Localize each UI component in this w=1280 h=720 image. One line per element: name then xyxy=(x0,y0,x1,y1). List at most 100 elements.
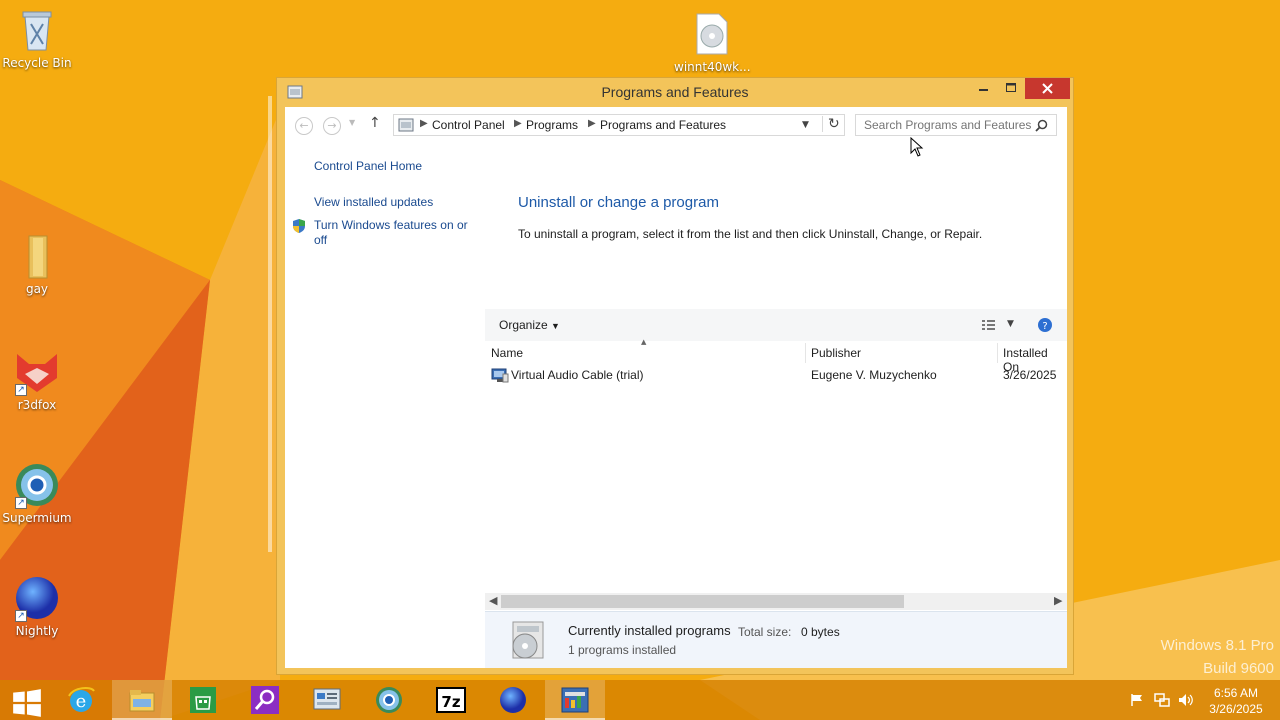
maximize-button[interactable] xyxy=(998,78,1024,99)
total-size-label: Total size: xyxy=(738,625,792,639)
taskbar-7zip[interactable]: 7z xyxy=(421,680,481,720)
refresh-icon[interactable]: ↻ xyxy=(822,116,840,132)
shortcut-arrow-icon: ↗ xyxy=(15,384,27,396)
nightly-icon: ↗ xyxy=(13,574,61,622)
details-title: Currently installed programs xyxy=(568,623,731,638)
view-installed-updates-link[interactable]: View installed updates xyxy=(314,195,433,210)
taskbar: e 7z 6:56 AM 3/26/2025 xyxy=(0,680,1280,720)
column-header-name[interactable]: Name xyxy=(491,346,523,360)
desktop-icon-recycle-bin[interactable]: Recycle Bin xyxy=(0,6,74,70)
details-pane: Currently installed programs Total size:… xyxy=(485,611,1067,668)
network-icon[interactable] xyxy=(1154,692,1170,708)
window-client: ← → ▼ ↑ ▶ Control Panel ▶ Programs ▶ Pro… xyxy=(285,107,1067,668)
address-bar[interactable]: ▶ Control Panel ▶ Programs ▶ Programs an… xyxy=(393,114,845,136)
file-explorer-icon xyxy=(129,690,155,712)
taskbar-control-panel[interactable] xyxy=(297,680,357,720)
mouse-cursor-icon xyxy=(910,137,924,157)
address-dropdown-icon[interactable]: ▼ xyxy=(802,120,809,130)
disc-image-icon xyxy=(687,10,735,58)
breadcrumb-separator-icon: ▶ xyxy=(514,118,522,129)
close-button[interactable] xyxy=(1025,78,1070,99)
up-button[interactable]: ↑ xyxy=(369,115,381,131)
start-icon xyxy=(13,689,41,717)
taskbar-store[interactable] xyxy=(173,680,233,720)
programs-count: 1 programs installed xyxy=(568,643,677,657)
programs-and-features-window: Programs and Features ← → ▼ ↑ ▶ Control … xyxy=(276,77,1074,675)
chevron-down-icon: ▼ xyxy=(551,321,560,331)
back-button[interactable]: ← xyxy=(295,117,313,135)
windows-watermark-line1: Windows 8.1 Pro xyxy=(1160,637,1274,654)
scroll-right-icon[interactable]: ▶ xyxy=(1054,594,1062,607)
breadcrumb-separator-icon: ▶ xyxy=(588,118,596,129)
desktop-icon-r3dfox[interactable]: ↗ r3dfox xyxy=(0,348,74,412)
breadcrumb-programs[interactable]: Programs xyxy=(526,118,578,132)
turn-windows-features-link[interactable]: Turn Windows features on or off xyxy=(314,218,474,248)
recycle-bin-icon xyxy=(13,6,61,54)
control-panel-icon xyxy=(398,118,414,132)
taskbar-supermium[interactable] xyxy=(359,680,419,720)
taskbar-search-app[interactable] xyxy=(235,680,295,720)
breadcrumb-separator-icon: ▶ xyxy=(420,118,428,129)
svg-text:7z: 7z xyxy=(441,693,460,711)
scroll-left-icon[interactable]: ◀ xyxy=(489,594,497,607)
title-bar[interactable]: Programs and Features xyxy=(277,78,1073,107)
nightly-icon xyxy=(500,687,526,713)
column-header-publisher[interactable]: Publisher xyxy=(811,346,861,360)
system-tray xyxy=(1126,680,1196,720)
clock-date: 3/26/2025 xyxy=(1209,702,1263,716)
store-icon xyxy=(190,687,216,713)
breadcrumb-control-panel[interactable]: Control Panel xyxy=(432,118,505,132)
navigation-bar: ← → ▼ ↑ ▶ Control Panel ▶ Programs ▶ Pro… xyxy=(285,107,1067,145)
total-size-value: 0 bytes xyxy=(801,625,840,639)
scrollbar-thumb[interactable] xyxy=(501,595,904,608)
page-description: To uninstall a program, select it from t… xyxy=(518,227,983,241)
taskbar-internet-explorer[interactable]: e xyxy=(51,680,111,720)
horizontal-scrollbar[interactable]: ◀ ▶ xyxy=(485,593,1067,610)
start-button[interactable] xyxy=(0,680,50,720)
search-app-icon xyxy=(251,686,279,714)
folder-icon xyxy=(13,232,61,280)
view-options-icon[interactable] xyxy=(981,318,997,332)
minimize-button[interactable] xyxy=(971,78,997,99)
taskbar-audio-app[interactable] xyxy=(545,680,605,720)
program-publisher: Eugene V. Muzychenko xyxy=(811,368,937,382)
column-divider[interactable] xyxy=(997,343,998,363)
svg-text:e: e xyxy=(76,691,87,712)
breadcrumb-programs-and-features[interactable]: Programs and Features xyxy=(600,118,726,132)
control-panel-icon xyxy=(313,688,341,710)
supermium-icon: ↗ xyxy=(13,461,61,509)
taskbar-clock[interactable]: 6:56 AM 3/26/2025 xyxy=(1200,685,1272,717)
search-input[interactable] xyxy=(855,114,1057,136)
window-left-edge xyxy=(268,96,272,552)
column-divider[interactable] xyxy=(805,343,806,363)
minimize-icon xyxy=(979,89,988,91)
taskbar-file-explorer[interactable] xyxy=(112,680,172,720)
supermium-icon xyxy=(376,687,402,713)
desktop-icon-nightly[interactable]: ↗ Nightly xyxy=(0,574,74,638)
taskbar-nightly[interactable] xyxy=(483,680,543,720)
help-icon[interactable]: ? xyxy=(1037,317,1053,333)
table-row[interactable]: Virtual Audio Cable (trial) Eugene V. Mu… xyxy=(485,365,1067,385)
control-panel-home-link[interactable]: Control Panel Home xyxy=(314,159,422,174)
command-bar: Organize ▼ ▼ ? xyxy=(485,309,1067,341)
close-icon xyxy=(1042,83,1053,94)
sort-ascending-icon: ▲ xyxy=(641,338,647,346)
search-icon[interactable] xyxy=(1035,119,1048,132)
volume-icon[interactable] xyxy=(1178,693,1194,707)
clock-time: 6:56 AM xyxy=(1213,686,1259,700)
forward-button[interactable]: → xyxy=(323,117,341,135)
flag-icon[interactable] xyxy=(1130,693,1144,707)
window-title: Programs and Features xyxy=(601,84,749,100)
program-icon xyxy=(491,368,509,383)
desktop-icon-supermium[interactable]: ↗ Supermium xyxy=(0,461,74,525)
maximize-icon xyxy=(1006,83,1016,92)
view-dropdown-icon[interactable]: ▼ xyxy=(1007,319,1014,329)
recent-locations-dropdown[interactable]: ▼ xyxy=(349,118,355,127)
installed-programs-icon xyxy=(512,621,544,659)
organize-menu[interactable]: Organize ▼ xyxy=(499,318,560,332)
desktop-icon-winnt40[interactable]: winnt40wk... xyxy=(674,10,751,74)
svg-text:?: ? xyxy=(1042,321,1047,332)
shortcut-arrow-icon: ↗ xyxy=(15,497,27,509)
desktop-icon-gay-folder[interactable]: gay xyxy=(0,232,74,296)
page-heading: Uninstall or change a program xyxy=(518,194,719,211)
